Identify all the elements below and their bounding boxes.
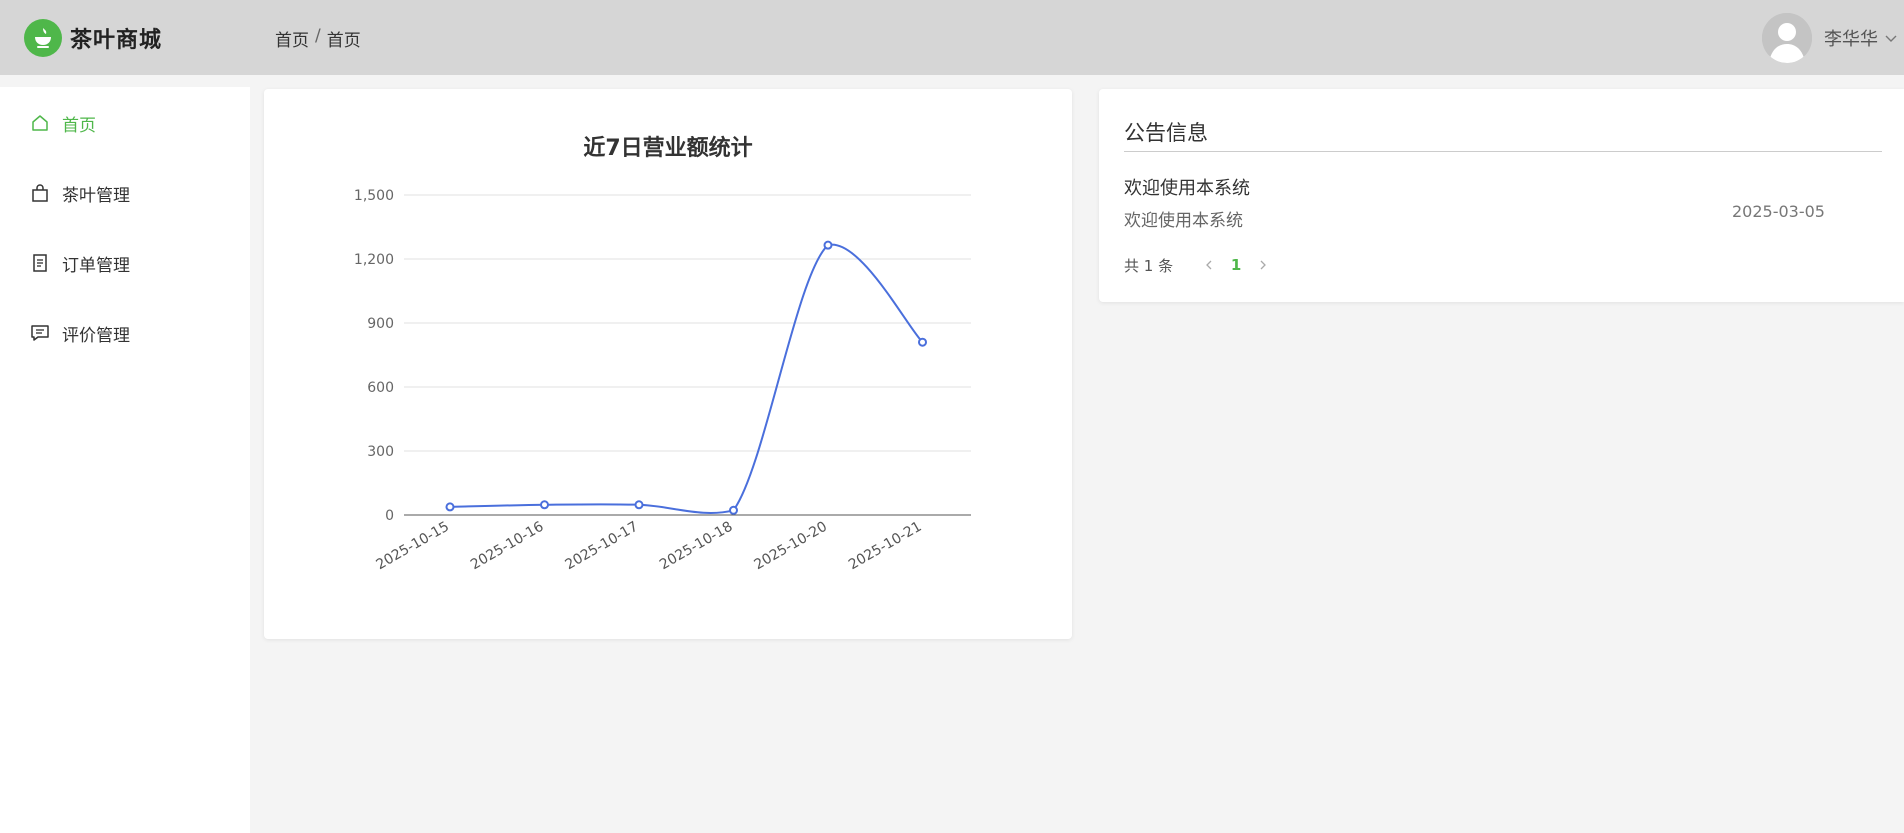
chevron-left-icon	[1206, 260, 1212, 270]
document-icon	[30, 253, 50, 273]
sidebar-item-home[interactable]: 首页	[30, 108, 96, 138]
breadcrumb-separator: /	[315, 26, 321, 46]
data-point[interactable]	[823, 240, 833, 250]
sidebar-item-orders[interactable]: 订单管理	[30, 248, 130, 278]
notice-item-date: 2025-03-05	[1732, 202, 1825, 221]
notice-item-title[interactable]: 欢迎使用本系统	[1124, 174, 1250, 200]
chevron-down-icon[interactable]	[1884, 31, 1898, 45]
page-number-button[interactable]: 1	[1221, 253, 1251, 277]
shopping-bag-icon	[30, 183, 50, 203]
sidebar-item-label: 订单管理	[62, 255, 130, 276]
y-tick-label: 600	[367, 380, 394, 396]
breadcrumb-item-root[interactable]: 首页	[275, 26, 309, 51]
notice-item-content: 欢迎使用本系统	[1124, 211, 1243, 231]
y-tick-label: 300	[367, 444, 394, 460]
next-page-button[interactable]	[1251, 253, 1275, 277]
brand[interactable]: 茶叶商城	[24, 18, 162, 58]
chart-title: 近7日营业额统计	[583, 135, 752, 161]
pagination-total: 共 1 条	[1124, 256, 1174, 275]
notice-divider	[1124, 151, 1882, 152]
breadcrumb: 首页 / 首页	[275, 26, 361, 51]
revenue-chart: 近7日营业额统计 0 300 600 900 1,200 1,500 2025-10-15 20…	[354, 135, 971, 574]
data-point[interactable]	[729, 505, 738, 515]
x-tick-label: 2025-10-20	[752, 519, 830, 574]
breadcrumb-item-current: 首页	[326, 31, 361, 51]
chevron-right-icon	[1260, 260, 1267, 270]
data-point[interactable]	[445, 502, 455, 512]
x-tick-label: 2025-10-17	[563, 519, 641, 574]
sidebar-item-label: 茶叶管理	[62, 185, 130, 206]
x-tick-label: 2025-10-16	[468, 519, 547, 574]
series-line	[449, 243, 924, 514]
notice-title: 公告信息	[1124, 121, 1208, 145]
user-avatar-icon[interactable]	[1762, 13, 1812, 63]
sidebar-item-tea[interactable]: 茶叶管理	[30, 178, 130, 208]
data-point[interactable]	[540, 500, 549, 510]
data-point[interactable]	[918, 337, 927, 347]
y-tick-label: 0	[385, 508, 394, 524]
notice-card: 公告信息 欢迎使用本系统 欢迎使用本系统 2025-03-05 共 1 条 1	[1099, 89, 1904, 302]
top-header: 茶叶商城 首页 / 首页 李华华	[0, 0, 1904, 75]
teacup-icon	[24, 19, 62, 57]
comment-icon	[30, 323, 50, 343]
y-tick-label: 1,500	[354, 188, 394, 204]
x-tick-label: 2025-10-21	[846, 519, 924, 574]
y-tick-label: 1,200	[354, 252, 394, 268]
sidebar-item-label: 首页	[62, 115, 96, 136]
sidebar: 首页 茶叶管理 订单管理 评价管理	[0, 87, 250, 833]
user-name[interactable]: 李华华	[1824, 25, 1878, 51]
user-menu[interactable]: 李华华	[1762, 12, 1904, 64]
revenue-chart-card: 近7日营业额统计 0 300 600 900 1,200 1,500 2025-10-15 20…	[264, 89, 1072, 639]
x-tick-label: 2025-10-18	[657, 519, 735, 574]
brand-title: 茶叶商城	[70, 28, 163, 53]
sidebar-item-reviews[interactable]: 评价管理	[30, 318, 130, 348]
pagination: 共 1 条 1	[1124, 253, 1275, 277]
y-tick-label: 900	[367, 316, 394, 332]
data-point[interactable]	[634, 500, 644, 510]
prev-page-button[interactable]	[1197, 253, 1221, 277]
x-tick-label: 2025-10-15	[374, 519, 452, 574]
home-icon	[30, 113, 50, 133]
sidebar-item-label: 评价管理	[62, 325, 130, 346]
